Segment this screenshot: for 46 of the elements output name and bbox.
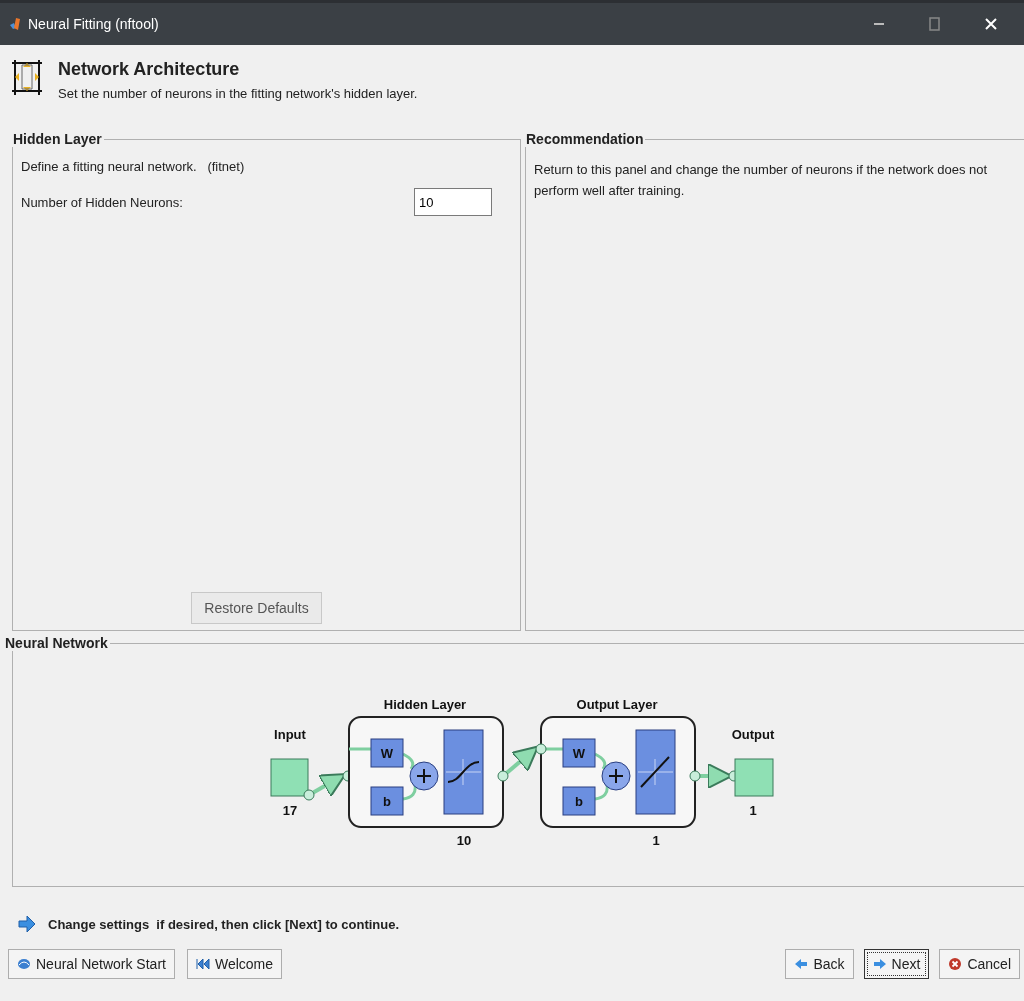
output-block: [734, 758, 774, 797]
connector-arrow: [497, 743, 547, 782]
arrow-left-icon: [794, 957, 809, 971]
welcome-button[interactable]: Welcome: [186, 949, 283, 979]
linear-function-icon: [635, 729, 676, 815]
weight-label: W: [572, 746, 586, 761]
cancel-button[interactable]: Cancel: [939, 949, 1020, 979]
input-label: Input: [274, 727, 306, 742]
recommendation-text: Return to this panel and change the number of neurons if the network does not perform well after training.: [534, 161, 989, 200]
next-button[interactable]: Next: [863, 949, 930, 979]
instruction-text: Change settings if desired, then click [Next] to continue.: [48, 916, 400, 932]
layer-size: 1: [652, 833, 660, 848]
arrow-right-icon: [872, 957, 887, 971]
start-button[interactable]: Neural Network Start: [8, 949, 175, 979]
page-subtitle: Set the number of neurons in the fitting network's hidden layer.: [58, 86, 418, 101]
architecture-icon: [10, 59, 44, 96]
panel-title: Hidden Layer: [12, 131, 103, 147]
weight-label: W: [380, 746, 394, 761]
layer-title: Hidden Layer: [383, 697, 467, 712]
arrow-right-icon: [18, 915, 36, 933]
panel-title: Recommendation: [525, 131, 645, 147]
sum-icon: [601, 761, 631, 791]
panel-title: Neural Network: [4, 635, 109, 651]
bias-label: b: [383, 794, 391, 809]
output-label: Output: [731, 727, 775, 742]
maximize-icon: [928, 17, 942, 31]
app-icon: [8, 16, 22, 32]
input-block: [270, 758, 309, 797]
bias-label: b: [575, 794, 583, 809]
layer-title: Output Layer: [576, 697, 658, 712]
output-size: 1: [749, 803, 757, 818]
layer-size: 10: [456, 833, 472, 848]
rewind-icon: [195, 957, 210, 971]
input-size: 17: [282, 803, 298, 818]
neurons-input-field[interactable]: 10: [414, 188, 492, 216]
network-icon: [17, 957, 31, 971]
sum-icon: [409, 761, 439, 791]
description-text: Define a fitting neural network. (fitnet): [21, 159, 246, 174]
cancel-icon: [948, 957, 963, 971]
page-heading: Network Architecture: [58, 59, 241, 80]
window-title: Neural Fitting (nftool): [28, 16, 160, 32]
close-icon: [984, 17, 998, 31]
sigmoid-function-icon: [443, 729, 484, 815]
restore-defaults-button[interactable]: Restore Defaults: [191, 592, 322, 624]
back-button[interactable]: Back: [785, 949, 854, 979]
field-label: Number of Hidden Neurons:: [21, 194, 183, 210]
